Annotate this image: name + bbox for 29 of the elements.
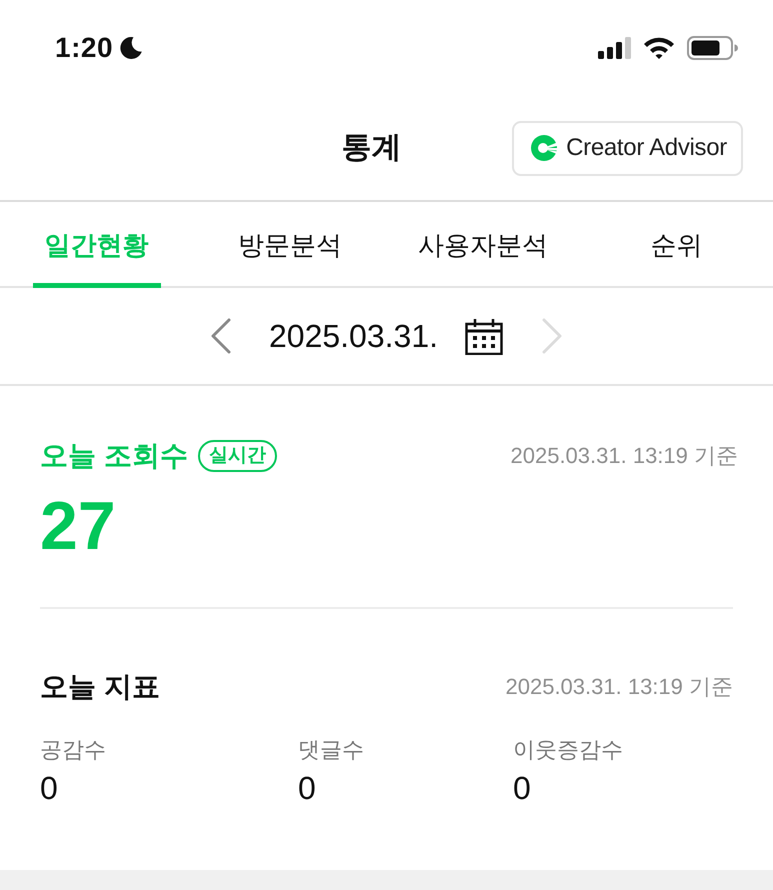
moon-icon	[119, 36, 144, 60]
battery-icon	[687, 36, 738, 60]
metric-label: 댓글수	[298, 736, 364, 764]
logo-icon	[530, 134, 558, 162]
page-title: 통계	[342, 130, 402, 166]
chevron-left-icon	[208, 318, 232, 354]
realtime-badge: 실시간	[198, 440, 277, 472]
calendar-button[interactable]	[465, 318, 504, 354]
section-title: 오늘 지표	[40, 673, 160, 701]
date-label: 2025.03.31.	[268, 320, 438, 352]
metric-label: 이웃증감수	[513, 736, 623, 764]
signal-icon	[598, 37, 631, 59]
calendar-icon	[465, 318, 504, 354]
previous-day-button[interactable]	[208, 318, 232, 354]
tab[interactable]: 방문분석	[226, 202, 354, 288]
view-count: 27	[40, 492, 116, 560]
metric-value: 0	[298, 770, 316, 806]
tab[interactable]: 순위	[638, 202, 714, 288]
metric-value: 0	[513, 770, 531, 806]
timestamp-text: 2025.03.31. 13:19 기준	[506, 676, 733, 698]
metric-label: 공감수	[40, 736, 106, 764]
creator-advisor-button[interactable]: Creator Advisor	[512, 120, 743, 176]
section-title: 오늘 조회수	[40, 442, 188, 470]
metric-value: 0	[40, 770, 58, 806]
tab[interactable]: 사용자분석	[406, 202, 560, 288]
timestamp-text: 2025.03.31. 13:19 기준	[510, 445, 738, 467]
status-time: 1:20	[55, 34, 114, 62]
wifi-icon	[642, 36, 676, 60]
chevron-right-icon	[541, 318, 564, 354]
